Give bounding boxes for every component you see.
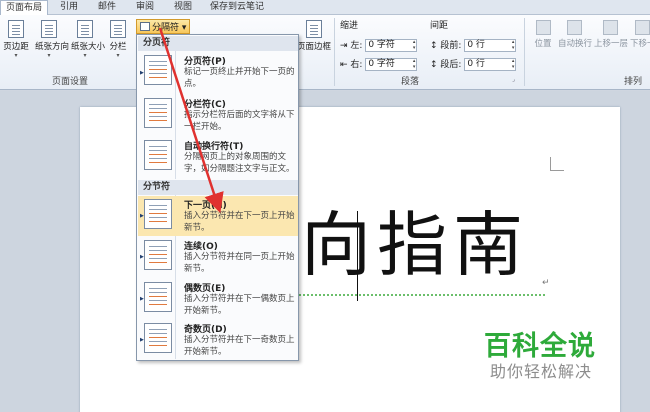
tab-page-layout[interactable]: 页面布局 — [0, 0, 48, 16]
tab-references[interactable]: 引用 — [52, 0, 86, 15]
tab-view[interactable]: 视图 — [166, 0, 200, 15]
tab-save-cloud-note[interactable]: 保存到云笔记 — [204, 0, 270, 15]
bring-forward-icon — [602, 20, 618, 35]
menu-item-desc: 插入分节符并在同一页上开始新节。 — [184, 252, 295, 274]
menu-item-desc: 插入分节符并在下一偶数页上开始新节。 — [184, 294, 295, 316]
menu-item-next-page[interactable]: ▶ 下一页(N) 插入分节符并在下一页上开始新节。 — [138, 196, 298, 236]
columns-icon — [110, 20, 126, 38]
margins-label: 页边距 — [3, 42, 29, 52]
page-border-icon — [306, 20, 322, 38]
breaks-label: 分隔符 — [152, 23, 180, 33]
watermark-slogan: 助你轻松解决 — [490, 362, 593, 381]
paragraph-mark-icon: ↵ — [542, 278, 550, 288]
odd-page-section-icon — [144, 323, 172, 353]
menu-item-even-page[interactable]: ▶ 偶数页(E) 插入分节符并在下一偶数页上开始新节。 — [138, 279, 298, 320]
paragraph-dialog-launcher-icon[interactable]: ⌟ — [512, 76, 515, 83]
breaks-dropdown-menu: 分页符 ▶ 分页符(P) 标记一页终止并开始下一页的点。 分栏符(C) 指示分栏… — [136, 34, 299, 361]
tab-review[interactable]: 审阅 — [128, 0, 162, 15]
margins-button[interactable]: 页边距 ▾ — [2, 18, 30, 59]
menu-item-page-break[interactable]: ▶ 分页符(P) 标记一页终止并开始下一页的点。 — [138, 52, 298, 94]
spacing-before-spinner[interactable]: 0 行 — [464, 39, 517, 52]
chevron-down-icon: ▾ — [47, 52, 51, 59]
orientation-icon — [41, 20, 57, 38]
send-backward-label: 下移一 — [630, 39, 650, 49]
indent-left-spinner[interactable]: 0 字符 — [365, 39, 418, 52]
indent-label: 缩进 — [340, 21, 359, 31]
indent-right-spinner[interactable]: 0 字符 — [365, 58, 418, 71]
wrap-text-label: 自动换行 — [558, 39, 593, 49]
columns-button[interactable]: 分栏 ▾ — [107, 18, 129, 59]
menu-item-desc: 分隔网页上的对象周围的文字，如分隔题注文字与正文。 — [184, 152, 295, 174]
page-break-icon — [144, 55, 172, 85]
spacing-after-icon: ↕ — [430, 60, 438, 70]
menu-item-continuous[interactable]: ▶ 连续(O) 插入分节符并在同一页上开始新节。 — [138, 237, 298, 278]
indent-left-icon: ⇥ — [340, 41, 348, 51]
menu-item-desc: 插入分节符并在下一页上开始新节。 — [184, 211, 295, 233]
paper-size-icon — [77, 20, 93, 38]
margin-corner-mark — [550, 157, 564, 171]
ribbon: 页边距 ▾ 纸张方向 ▾ 纸张大小 ▾ 分栏 ▾ 分隔符 ▾ 页面设置 页面边框… — [0, 15, 650, 90]
chevron-down-icon: ▾ — [116, 52, 120, 59]
spacing-label: 间距 — [430, 21, 449, 31]
wrap-text-icon — [566, 20, 582, 35]
page-border-label: 页面边框 — [296, 42, 331, 52]
wrap-text-button[interactable]: 自动换行 — [558, 18, 593, 49]
menu-item-text-wrapping-break[interactable]: 自动换行符(T) 分隔网页上的对象周围的文字，如分隔题注文字与正文。 — [138, 137, 298, 179]
arrange-group-label: 排列 — [623, 77, 642, 87]
column-break-icon — [144, 98, 172, 128]
size-button[interactable]: 纸张大小 ▾ — [71, 18, 105, 59]
continuous-section-icon — [144, 240, 172, 270]
text-wrapping-break-icon — [144, 140, 172, 170]
page-breaks-header: 分页符 — [138, 36, 298, 51]
indent-left-label: 左: — [350, 41, 363, 51]
send-backward-button[interactable]: 下移一 — [630, 18, 650, 49]
indent-right-row: ⇤ 右: 0 字符 — [340, 57, 418, 71]
section-breaks-header: 分节符 — [138, 180, 298, 195]
text-cursor — [357, 211, 358, 301]
menu-item-desc: 指示分栏符后面的文字将从下一栏开始。 — [184, 110, 295, 132]
margins-icon — [8, 20, 24, 38]
size-label: 纸张大小 — [71, 42, 106, 52]
next-page-section-icon — [144, 199, 172, 229]
document-heading-text[interactable]: 向指南 — [301, 205, 529, 285]
paragraph-group-label: 段落 — [400, 77, 419, 87]
spacing-before-row: ↕ 段前: 0 行 — [430, 38, 517, 52]
even-page-section-icon — [144, 282, 172, 312]
chevron-down-icon: ▾ — [14, 52, 18, 59]
position-label: 位置 — [534, 39, 552, 49]
page-setup-group-label: 页面设置 — [51, 77, 88, 87]
position-icon — [535, 20, 551, 35]
ribbon-divider — [334, 18, 335, 86]
menu-item-odd-page[interactable]: ▶ 奇数页(D) 插入分节符并在下一奇数页上开始新节。 — [138, 320, 298, 360]
chevron-down-icon: ▾ — [83, 52, 87, 59]
orientation-button[interactable]: 纸张方向 ▾ — [35, 18, 69, 59]
indent-left-row: ⇥ 左: 0 字符 — [340, 38, 418, 52]
indent-right-icon: ⇤ — [340, 60, 348, 70]
page-border-button[interactable]: 页面边框 — [296, 18, 332, 52]
ribbon-tab-strip: 页面布局 引用 邮件 审阅 视图 保存到云笔记 — [0, 0, 650, 16]
tab-mailings[interactable]: 邮件 — [90, 0, 124, 15]
bring-forward-button[interactable]: 上移一层 — [594, 18, 629, 49]
spacing-before-icon: ↕ — [430, 41, 438, 51]
spacing-before-label: 段前: — [440, 41, 462, 51]
position-button[interactable]: 位置 — [528, 18, 558, 49]
breaks-icon — [140, 22, 150, 31]
spacing-after-label: 段后: — [440, 60, 462, 70]
bring-forward-label: 上移一层 — [594, 39, 629, 49]
spacing-after-row: ↕ 段后: 0 行 — [430, 57, 517, 71]
orientation-label: 纸张方向 — [35, 42, 70, 52]
breaks-button[interactable]: 分隔符 ▾ — [136, 19, 191, 34]
menu-item-column-break[interactable]: 分栏符(C) 指示分栏符后面的文字将从下一栏开始。 — [138, 95, 298, 137]
spacing-after-spinner[interactable]: 0 行 — [464, 58, 517, 71]
send-backward-icon — [634, 20, 650, 35]
columns-label: 分栏 — [109, 42, 127, 52]
indent-right-label: 右: — [350, 60, 363, 70]
ribbon-divider — [524, 18, 525, 86]
menu-item-desc: 插入分节符并在下一奇数页上开始新节。 — [184, 335, 295, 357]
menu-item-desc: 标记一页终止并开始下一页的点。 — [184, 67, 295, 89]
